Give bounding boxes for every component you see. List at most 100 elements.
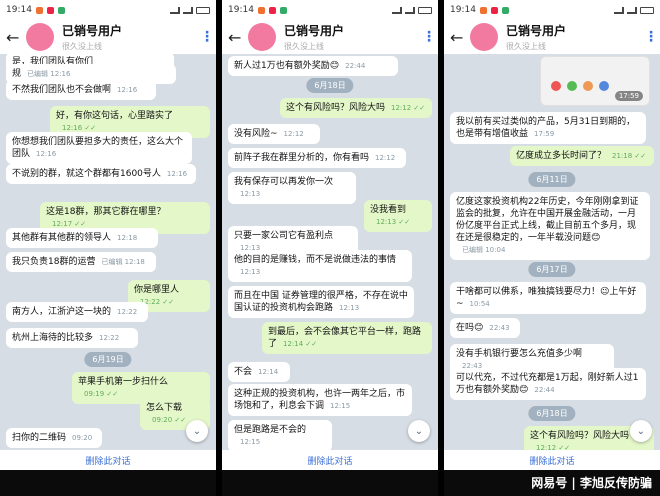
incoming-message[interactable]: 而且在中国 证券管理的很严格，不存在说中国认证的投资机构会跑路 12:13 [228,286,414,318]
incoming-message[interactable]: 我以前有买过类似的产品，5月31日到期的，也是带有增值收益 17:59 [450,112,646,144]
app-notification-icon [490,6,498,14]
incoming-message[interactable]: 不说别的群，就这个群都有1600号人 12:16 [6,164,196,184]
incoming-message[interactable]: 他的目的是赚钱，而不是说做违法的事情 12:13 [228,250,412,282]
incoming-message[interactable]: 新人过1万也有额外奖励😊 22:44 [228,56,398,76]
message-text: 这是18群，那其它群在哪里？ [46,207,166,217]
outgoing-message[interactable]: 亿度成立多长时间了？ 21:18 ✓✓ [510,146,654,166]
app-notification-icon [35,6,43,14]
message-time: 12:22 [99,334,120,342]
message-list[interactable]: 新人过1万也有额外奖励😊 22:44 6月18日 这个有风险吗？风险大吗 12:12 ✓… [222,54,438,450]
message-text: 这个有风险吗？风险大吗 [286,103,386,113]
signal-icon [405,6,415,14]
message-time: 已编辑 10:04 [462,246,506,254]
message-text: 不然我们团队也不会做啊 [12,85,112,95]
chat-header: ← 已销号用户 很久没上线 ⋮ [222,20,438,54]
avatar[interactable] [26,23,54,51]
back-arrow-icon[interactable]: ← [450,28,470,47]
more-options-icon[interactable]: ⋮ [422,29,436,45]
signal-icon [614,6,624,14]
outgoing-message[interactable]: 没我看到 12:13 ✓✓ [364,200,432,232]
message-text: 这个有风险吗？风险大吗 [530,431,630,441]
avatar[interactable] [470,23,498,51]
contact-name: 已销号用户 [284,24,345,38]
signal-icon [183,6,193,14]
message-time: 22:44 [534,386,555,394]
incoming-message[interactable]: 前阵子我在群里分析的，你有看吗 12:12 [228,148,406,168]
more-options-icon[interactable]: ⋮ [644,29,658,45]
message-time: 12:15 [330,402,351,410]
incoming-message[interactable]: 干啥都可以佛系，唯独搞钱要尽力！😉上午好~ 10:54 [450,282,646,314]
message-time: 12:16 [166,170,188,178]
message-time: 12:17 ✓✓ [52,220,87,228]
delete-chat-button[interactable]: 删除此对话 [222,450,438,470]
message-text: 扫你的二维码 [12,433,67,443]
outgoing-message[interactable]: 这个有风险吗？风险大吗 12:12 ✓✓ [280,98,432,118]
message-text: 没我看到 [370,205,407,215]
scroll-down-button[interactable]: ⌄ [630,420,652,442]
chat-panel-2: 19:14 ← 已销号用户 很久没上线 ⋮ 新人过1万也有额外奖励😊 22:44 6… [222,0,438,496]
message-time: 09:19 ✓✓ [84,390,119,398]
more-options-icon[interactable]: ⋮ [200,29,214,45]
back-arrow-icon[interactable]: ← [6,28,26,47]
contact-name: 已销号用户 [506,24,567,38]
avatar[interactable] [248,23,276,51]
scroll-down-button[interactable]: ⌄ [408,420,430,442]
message-text: 我有保存可以再发你一次 [234,177,334,187]
chevron-down-icon: ⌄ [192,425,202,437]
message-time: 12:15 [240,438,261,446]
incoming-message[interactable]: 不会 12:14 [228,362,290,382]
message-time: 已编辑 12:18 [101,258,145,266]
incoming-message[interactable]: 杭州上海待的比较多 12:22 [6,328,138,348]
app-notification-icon [257,6,265,14]
back-arrow-icon[interactable]: ← [228,28,248,47]
outgoing-message[interactable]: 到最后，会不会像其它平台一样，跑路了 12:14 ✓✓ [262,322,432,354]
status-bar: 19:14 [0,0,216,20]
incoming-message[interactable]: 其他群有其他群的领导人 12:18 [6,228,158,248]
delete-chat-button[interactable]: 删除此对话 [0,450,216,470]
date-separator: 6月18日 [528,406,576,421]
message-time: 12:12 ✓✓ [391,104,426,112]
delete-chat-button[interactable]: 删除此对话 [444,450,660,470]
app-notification-icon [268,6,276,14]
message-time: 已编辑 12:16 [27,70,71,78]
message-text: 前阵子我在群里分析的，你有看吗 [234,153,370,163]
message-text: 新人过1万也有额外奖励😊 [234,61,340,71]
incoming-message[interactable]: 但是跑路是不会的 12:15 [228,420,332,450]
incoming-message[interactable]: 不然我们团队也不会做啊 12:16 [6,80,156,100]
message-list[interactable]: 17:59 我以前有买过类似的产品，5月31日到期的，也是带有增值收益 17:59 亿… [444,54,660,450]
message-text: 没有手机银行要怎么充值多少啊 [456,349,583,359]
signal-icon [170,6,180,14]
incoming-message[interactable]: 这种正规的投资机构，也许一两年之后，市场饱和了，利息会下调 12:15 [228,384,412,416]
incoming-message[interactable]: 可以代充，不过代充都是1万起，刚好新人过1万也有额外奖励😊 22:44 [450,368,646,400]
message-time: 22:43 [489,324,510,332]
date-separator: 6月19日 [84,352,132,367]
incoming-message[interactable]: 亿度这家投资机构22年历史，今年刚刚拿到证监会的批复，允许在中国开展金融活动，一… [450,192,650,260]
message-text: 亿度成立多长时间了？ [516,151,607,161]
signal-icon [627,6,637,14]
message-text: 他的目的是赚钱，而不是说做违法的事情 [234,255,397,265]
incoming-message[interactable]: 我有保存可以再发你一次 12:13 [228,172,356,204]
message-text: 苹果手机第一步扫什么 [78,377,169,387]
message-time: 22:44 [345,62,366,70]
status-time: 19:14 [6,5,32,15]
message-text: 好，有你这句话，心里踏实了 [56,111,174,121]
status-bar: 19:14 [222,0,438,20]
chat-header: ← 已销号用户 很久没上线 ⋮ [444,20,660,54]
message-text: 规 [12,69,22,79]
message-time: 12:12 [375,154,396,162]
message-time: 17:59 [614,91,643,101]
signal-icon [392,6,402,14]
incoming-message[interactable]: 我只负责18群的运营 已编辑 12:18 [6,252,156,272]
message-text: 在吗😊 [456,323,484,333]
message-text: 不会 [234,367,253,377]
incoming-message[interactable]: 没有风险~ 12:12 [228,124,320,144]
incoming-message[interactable]: 扫你的二维码 09:20 [6,428,102,448]
message-list[interactable]: 是，我们团队有你们规已编辑 12:16 不然我们团队也不会做啊 12:16 好，有你这… [0,54,216,450]
contact-name: 已销号用户 [62,24,123,38]
message-time: 12:13 [339,304,360,312]
incoming-message[interactable]: 在吗😊 22:43 [450,318,520,338]
incoming-message[interactable]: 南方人，江浙沪这一块的 12:22 [6,302,148,322]
scroll-down-button[interactable]: ⌄ [186,420,208,442]
image-message[interactable]: 17:59 [540,56,650,106]
incoming-message[interactable]: 你想想我们团队要担多大的责任，这么大个团队 12:16 [6,132,192,164]
